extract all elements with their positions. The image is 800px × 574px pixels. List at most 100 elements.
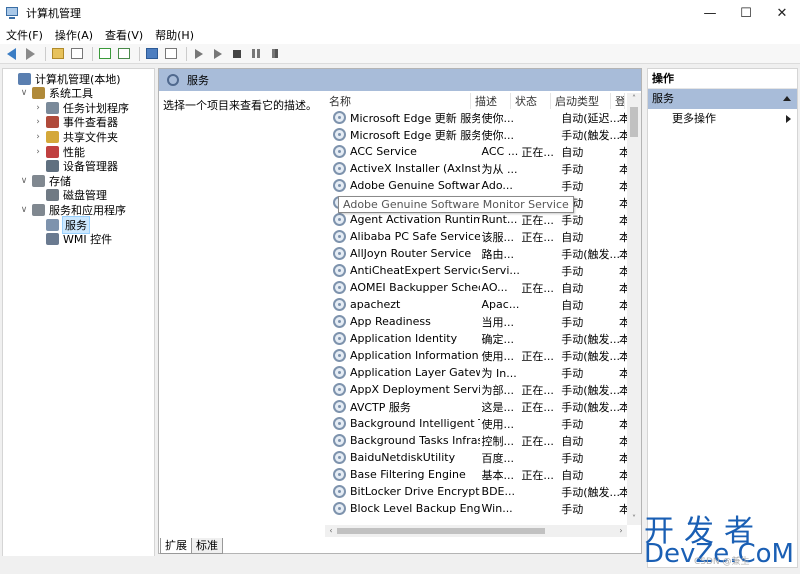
service-startup-type: 手动(触发... bbox=[561, 349, 620, 363]
scroll-right-icon[interactable]: › bbox=[615, 525, 627, 537]
service-row[interactable]: AppX Deployment Service ...为部... 正在... 手动(… bbox=[325, 381, 629, 398]
tree-expand-icon[interactable]: › bbox=[33, 103, 43, 113]
tab-extended[interactable]: 扩展 bbox=[160, 538, 192, 554]
service-row[interactable]: AVCTP 服务 这是... 正在... 手动(触发... 本 bbox=[325, 398, 629, 415]
scroll-left-icon[interactable]: ‹ bbox=[325, 525, 337, 537]
forward-arrow-icon[interactable] bbox=[22, 46, 38, 62]
tree-expand-icon[interactable]: › bbox=[33, 132, 43, 142]
horizontal-scroll-thumb[interactable] bbox=[337, 528, 545, 534]
service-description: BDE... bbox=[481, 485, 515, 498]
tree-item[interactable]: ∨ 系统工具 bbox=[19, 86, 93, 101]
tree-expand-icon[interactable]: › bbox=[33, 147, 43, 157]
back-arrow-icon[interactable] bbox=[3, 46, 19, 62]
service-row[interactable]: Background Intelligent Tra...使用...手动本 bbox=[325, 415, 629, 432]
maximize-button[interactable]: ☐ bbox=[728, 0, 764, 26]
service-row[interactable]: Alibaba PC Safe Service 该服... 正在... 自动本 bbox=[325, 228, 629, 245]
tree-item[interactable]: WMI 控件 bbox=[33, 232, 112, 247]
service-gear-icon bbox=[333, 366, 346, 379]
start-service-icon[interactable] bbox=[191, 46, 207, 62]
window-controls: — ☐ ✕ bbox=[692, 0, 800, 26]
close-button[interactable]: ✕ bbox=[764, 0, 800, 26]
minimize-button[interactable]: — bbox=[692, 0, 728, 26]
actions-section-services[interactable]: 服务 bbox=[648, 89, 797, 109]
service-gear-icon bbox=[333, 179, 346, 192]
service-row[interactable]: AllJoyn Router Service 路由... 手动(触发... 本 bbox=[325, 245, 629, 262]
service-row[interactable]: Microsoft Edge 更新 服务 (...使你...手动(触发...本 bbox=[325, 126, 629, 143]
vertical-scroll-thumb[interactable] bbox=[630, 107, 638, 137]
start-service-alt-icon[interactable] bbox=[210, 46, 226, 62]
service-gear-icon bbox=[333, 230, 346, 243]
service-row[interactable]: ActiveX Installer (AxInstSV)为从 ...手动本 bbox=[325, 160, 629, 177]
menu-action[interactable]: 操作(A) bbox=[49, 27, 99, 43]
scroll-up-icon[interactable]: ˄ bbox=[627, 93, 641, 105]
service-row[interactable]: Application Layer Gateway ...为 In...手动本 bbox=[325, 364, 629, 381]
service-row[interactable]: App Readiness 当用... 手动本 bbox=[325, 313, 629, 330]
service-row[interactable]: apachezt Apac... 自动本 bbox=[325, 296, 629, 313]
column-startup-type[interactable]: 启动类型 bbox=[551, 93, 611, 109]
menu-file[interactable]: 文件(F) bbox=[0, 27, 49, 43]
column-description[interactable]: 描述 bbox=[471, 93, 511, 109]
refresh-icon[interactable] bbox=[97, 46, 113, 62]
service-name: apachezt bbox=[350, 298, 401, 311]
service-row[interactable]: Adobe Genuine Software I...Ado...手动本 bbox=[325, 177, 629, 194]
stop-service-icon[interactable] bbox=[229, 46, 245, 62]
tree-item[interactable]: › 任务计划程序 bbox=[33, 100, 129, 115]
tree-item[interactable]: › 共享文件夹 bbox=[33, 129, 118, 144]
actions-header: 操作 bbox=[648, 69, 797, 89]
tree-item[interactable]: 服务 bbox=[33, 215, 90, 234]
help-icon[interactable] bbox=[144, 46, 160, 62]
tree-expand-icon[interactable]: ∨ bbox=[19, 176, 29, 186]
service-startup-type: 手动 bbox=[561, 417, 584, 431]
tree-node-icon bbox=[46, 218, 59, 231]
computer-management-icon bbox=[6, 6, 20, 20]
tree-item[interactable]: 设备管理器 bbox=[33, 159, 118, 174]
show-hide-tree-icon[interactable] bbox=[69, 46, 85, 62]
console-tree: 计算机管理(本地) ∨ 系统工具 › 任务计划程序 › 事件查看器 › 共享文件夹 › 性能 设备管理… bbox=[2, 68, 155, 568]
vertical-scrollbar[interactable]: ˄ ˅ bbox=[627, 93, 641, 525]
service-status: 正在... bbox=[521, 400, 554, 414]
column-status[interactable]: 状态 bbox=[511, 93, 551, 109]
service-row[interactable]: Background Tasks Infrastru...控制... 正在... 自… bbox=[325, 432, 629, 449]
service-row[interactable]: Application Identity 确定... 手动(触发... 本 bbox=[325, 330, 629, 347]
menu-view[interactable]: 查看(V) bbox=[99, 27, 149, 43]
service-row[interactable]: AntiCheatExpert Service Servi... 手动本 bbox=[325, 262, 629, 279]
service-startup-type: 手动 bbox=[561, 315, 584, 329]
menu-help[interactable]: 帮助(H) bbox=[149, 27, 200, 43]
collapse-up-icon[interactable] bbox=[783, 96, 791, 101]
properties-icon[interactable] bbox=[163, 46, 179, 62]
tree-expand-icon[interactable]: › bbox=[33, 117, 43, 127]
service-name: AOMEI Backupper Schedul... bbox=[350, 281, 480, 294]
tree-expand-icon[interactable]: ∨ bbox=[19, 88, 29, 98]
up-folder-icon[interactable] bbox=[50, 46, 66, 62]
tree-item-label: 计算机管理(本地) bbox=[35, 72, 121, 86]
scroll-down-icon[interactable]: ˅ bbox=[627, 513, 641, 525]
service-row[interactable]: Application Information 使用... 正在... 手动(触发..… bbox=[325, 347, 629, 364]
pause-service-icon[interactable] bbox=[248, 46, 264, 62]
service-row[interactable]: BaiduNetdiskUtility 百度... 手动本 bbox=[325, 449, 629, 466]
column-name[interactable]: 名称 bbox=[325, 93, 471, 109]
tree-expand-icon[interactable]: ∨ bbox=[19, 205, 29, 215]
tree-item[interactable]: ∨ 服务和应用程序 bbox=[19, 202, 126, 217]
service-row[interactable]: ACC Service ACC ... 正在... 自动本 bbox=[325, 143, 629, 160]
tree-item[interactable]: ∨ 存储 bbox=[19, 173, 71, 188]
tree-item[interactable]: › 性能 bbox=[33, 144, 85, 159]
service-row[interactable]: AOMEI Backupper Schedul...AO...正在...自动本 bbox=[325, 279, 629, 296]
tree-item[interactable]: 磁盘管理 bbox=[33, 188, 107, 203]
service-row[interactable]: Agent Activation Runtime_...Runt...正在...… bbox=[325, 211, 629, 228]
service-description: 为部... bbox=[481, 383, 515, 397]
description-text: 选择一个项目来查看它的描述。 bbox=[163, 99, 317, 112]
column-logon[interactable]: 登 bbox=[611, 93, 625, 109]
service-row[interactable]: Base Filtering Engine 基本... 正在... 自动本 bbox=[325, 466, 629, 483]
service-row[interactable]: Microsoft Edge 更新 服务 (...使你...自动(延迟...本 bbox=[325, 109, 629, 126]
service-row[interactable]: BitLocker Drive Encryption ...BDE... 手动(触… bbox=[325, 483, 629, 500]
restart-service-icon[interactable] bbox=[267, 46, 283, 62]
horizontal-scrollbar[interactable]: ‹ › bbox=[325, 525, 627, 537]
service-description: 为 In... bbox=[481, 366, 517, 380]
service-row[interactable]: Block Level Backup Engine ...Win...手动本 bbox=[325, 500, 629, 517]
tree-item[interactable]: 计算机管理(本地) bbox=[5, 71, 121, 86]
more-actions[interactable]: 更多操作 bbox=[648, 109, 797, 129]
export-list-icon[interactable] bbox=[116, 46, 132, 62]
service-name: Application Identity bbox=[350, 332, 458, 345]
tree-item[interactable]: › 事件查看器 bbox=[33, 115, 118, 130]
tab-standard[interactable]: 标准 bbox=[191, 538, 223, 554]
